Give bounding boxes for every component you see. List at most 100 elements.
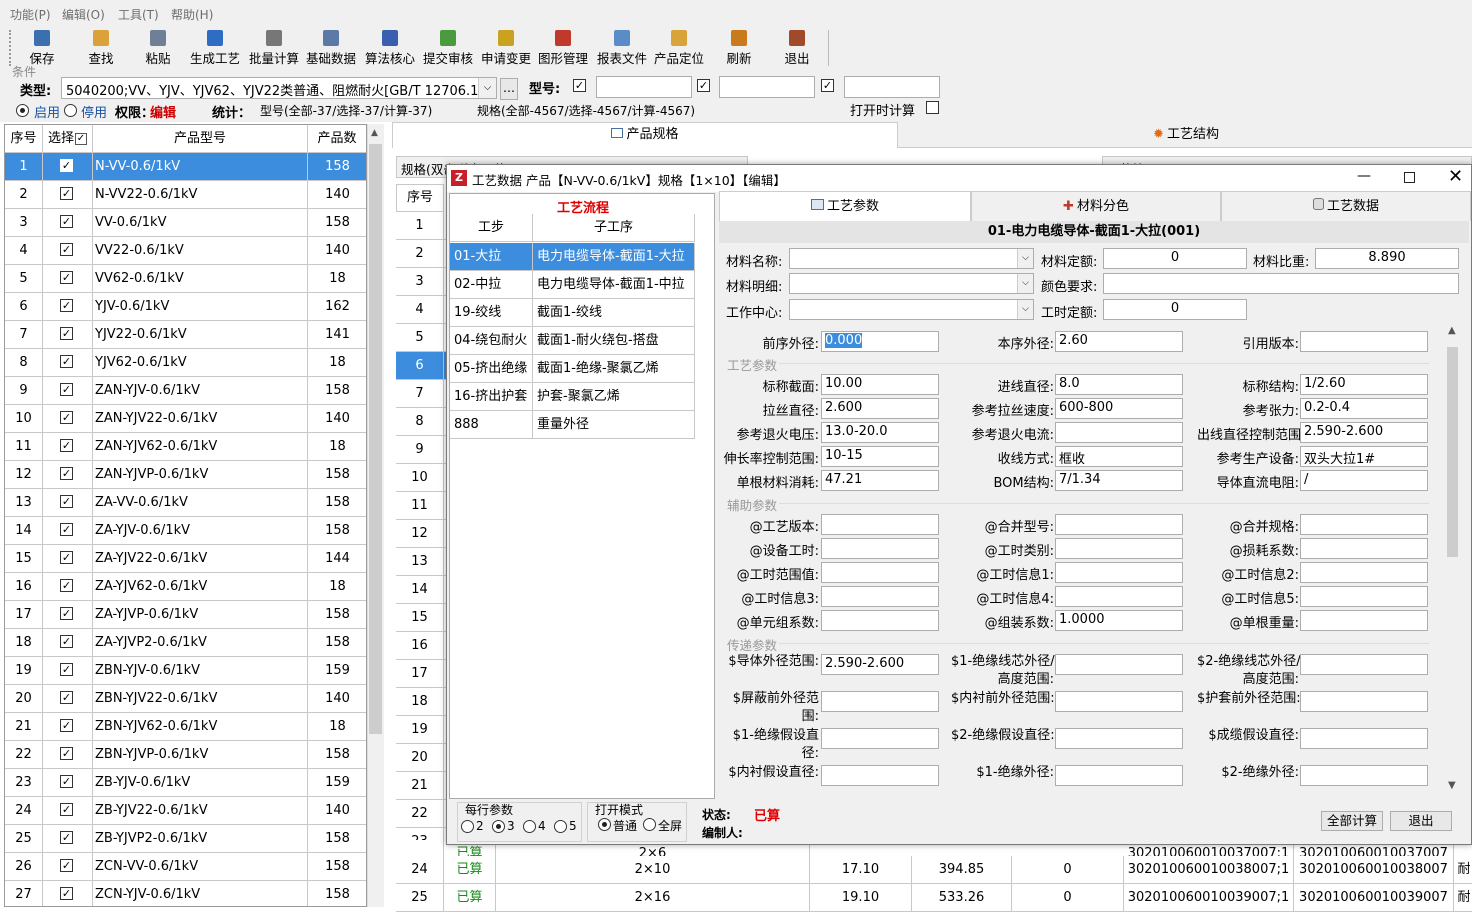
spec-table-row[interactable]: 16 (396, 632, 448, 660)
minimize-icon[interactable]: — (1357, 168, 1371, 184)
close-icon[interactable]: ✕ (1448, 166, 1463, 187)
model-checkbox-1[interactable]: ✓ (573, 79, 586, 92)
model-checkbox-2[interactable]: ✓ (697, 79, 710, 92)
table-row[interactable]: 20 ✓ ZBN-YJV22-0.6/1kV 140 (5, 685, 366, 713)
spec-table-row[interactable]: 2 (396, 240, 448, 268)
material-quota-input[interactable]: 0 (1103, 248, 1247, 269)
spec-table-row[interactable]: 10 (396, 464, 448, 492)
pass-param-input[interactable] (1300, 728, 1428, 749)
col-header-model[interactable]: 产品型号 (93, 125, 308, 153)
flow-row[interactable]: 888 重量外径 (450, 411, 695, 439)
process-param-input[interactable]: 7/1.34 (1055, 470, 1183, 491)
table-row[interactable]: 8 ✓ YJV62-0.6/1kV 18 (5, 349, 366, 377)
chevron-down-icon[interactable]: ⌵ (478, 78, 496, 98)
per-row-radio-2[interactable] (461, 820, 474, 833)
scroll-down-icon[interactable]: ▼ (1448, 780, 1456, 791)
row-checkbox[interactable]: ✓ (60, 831, 73, 844)
process-param-input[interactable]: 框收 (1055, 446, 1183, 467)
spec-col-header-seq[interactable]: 序号 (396, 184, 444, 212)
spec-table-row[interactable]: 17 (396, 660, 448, 688)
spec-table-row[interactable]: 19 (396, 716, 448, 744)
aux-param-input[interactable] (1300, 586, 1428, 607)
toolbar-button-change-request[interactable]: 申请变更 (479, 29, 533, 67)
flow-row[interactable]: 16-挤出护套 护套-聚氯乙烯 (450, 383, 695, 411)
spec-table-row[interactable]: 21 (396, 772, 448, 800)
table-row[interactable]: 5 ✓ VV62-0.6/1kV 18 (5, 265, 366, 293)
aux-param-input[interactable] (1055, 538, 1183, 559)
menu-edit[interactable]: 编辑(O) (62, 6, 105, 23)
row-checkbox[interactable]: ✓ (60, 271, 73, 284)
toolbar-button-refresh[interactable]: 刷新 (722, 29, 756, 67)
pass-param-input[interactable] (1055, 691, 1183, 712)
table-row[interactable]: 16 ✓ ZA-YJV62-0.6/1kV 18 (5, 573, 366, 601)
left-table-scroll-thumb[interactable] (369, 144, 382, 734)
pass-param-input[interactable] (821, 691, 939, 712)
process-param-input[interactable]: / (1300, 470, 1428, 491)
toolbar-button-paste[interactable]: 粘贴 (141, 29, 175, 67)
table-row[interactable]: 9 ✓ ZAN-YJV-0.6/1kV 158 (5, 377, 366, 405)
toolbar-button-exit[interactable]: 退出 (780, 29, 814, 67)
spec-table-row[interactable]: 14 (396, 576, 448, 604)
process-param-input[interactable]: 10.00 (821, 374, 939, 395)
menu-tools[interactable]: 工具(T) (118, 6, 159, 23)
tab-process-data[interactable]: 工艺数据 (1221, 191, 1471, 221)
pass-param-input[interactable] (1300, 654, 1428, 675)
spec-table-row[interactable]: 4 (396, 296, 448, 324)
ref-version-input[interactable] (1300, 331, 1428, 352)
row-checkbox[interactable]: ✓ (60, 383, 73, 396)
flow-row[interactable]: 01-大拉 电力电缆导体-截面1-大拉 (450, 243, 695, 271)
process-param-input[interactable]: 600-800 (1055, 398, 1183, 419)
per-row-radio-4[interactable] (523, 820, 536, 833)
row-checkbox[interactable]: ✓ (60, 691, 73, 704)
color-req-input[interactable] (1103, 273, 1459, 294)
spec-table-row[interactable]: 25 已算 2×16 19.10 533.26 0 302010060010039007;1… (396, 884, 1472, 912)
spec-table-row[interactable]: 12 (396, 520, 448, 548)
table-row[interactable]: 7 ✓ YJV22-0.6/1kV 141 (5, 321, 366, 349)
params-scroll-thumb[interactable] (1447, 347, 1458, 557)
menu-help[interactable]: 帮助(H) (171, 6, 213, 23)
process-param-input[interactable]: 2.590-2.600 (1300, 422, 1428, 443)
material-density-input[interactable]: 8.890 (1315, 248, 1459, 269)
toolbar-button-locate[interactable]: 产品定位 (652, 29, 706, 67)
model-input-3[interactable] (844, 76, 940, 98)
flow-col-substep[interactable]: 子工序 (533, 214, 695, 242)
spec-table-row[interactable]: 11 (396, 492, 448, 520)
row-checkbox[interactable]: ✓ (60, 439, 73, 452)
spec-table-row[interactable]: 15 (396, 604, 448, 632)
scroll-up-icon[interactable]: ▲ (371, 128, 378, 138)
pass-param-input[interactable] (1300, 691, 1428, 712)
prev-od-input[interactable]: 0.000 (821, 331, 939, 352)
table-row[interactable]: 22 ✓ ZBN-YJVP-0.6/1kV 158 (5, 741, 366, 769)
spec-table-row[interactable]: 7 (396, 380, 448, 408)
table-row[interactable]: 24 ✓ ZB-YJV22-0.6/1kV 140 (5, 797, 366, 825)
spec-table-row[interactable]: 18 (396, 688, 448, 716)
exit-button[interactable]: 退出 (1390, 811, 1452, 831)
process-param-input[interactable]: 13.0-20.0 (821, 422, 939, 443)
menu-function[interactable]: 功能(P) (10, 6, 51, 23)
model-checkbox-3[interactable]: ✓ (821, 79, 834, 92)
row-checkbox[interactable]: ✓ (60, 663, 73, 676)
spec-table-row[interactable]: 9 (396, 436, 448, 464)
row-checkbox[interactable]: ✓ (60, 523, 73, 536)
spec-table-row[interactable]: 20 (396, 744, 448, 772)
row-checkbox[interactable]: ✓ (60, 747, 73, 760)
model-input-2[interactable] (719, 76, 815, 98)
toolbar-button-submit[interactable]: 提交审核 (421, 29, 475, 67)
pass-param-input[interactable] (1055, 765, 1183, 786)
row-checkbox[interactable]: ✓ (60, 159, 73, 172)
toolbar-button-search[interactable]: 查找 (84, 29, 118, 67)
pass-param-input[interactable] (1055, 728, 1183, 749)
work-center-select[interactable]: ⌵ (789, 299, 1034, 320)
aux-param-input[interactable] (821, 586, 939, 607)
table-row[interactable]: 12 ✓ ZAN-YJVP-0.6/1kV 158 (5, 461, 366, 489)
table-row[interactable]: 3 ✓ VV-0.6/1kV 158 (5, 209, 366, 237)
spec-table-row[interactable]: 8 (396, 408, 448, 436)
row-checkbox[interactable]: ✓ (60, 775, 73, 788)
aux-param-input[interactable] (821, 610, 939, 631)
table-row[interactable]: 11 ✓ ZAN-YJV62-0.6/1kV 18 (5, 433, 366, 461)
table-row[interactable]: 25 ✓ ZB-YJVP2-0.6/1kV 158 (5, 825, 366, 853)
process-param-input[interactable]: 10-15 (821, 446, 939, 467)
row-checkbox[interactable]: ✓ (60, 551, 73, 564)
labor-quota-input[interactable]: 0 (1103, 299, 1247, 320)
aux-param-input[interactable] (821, 514, 939, 535)
